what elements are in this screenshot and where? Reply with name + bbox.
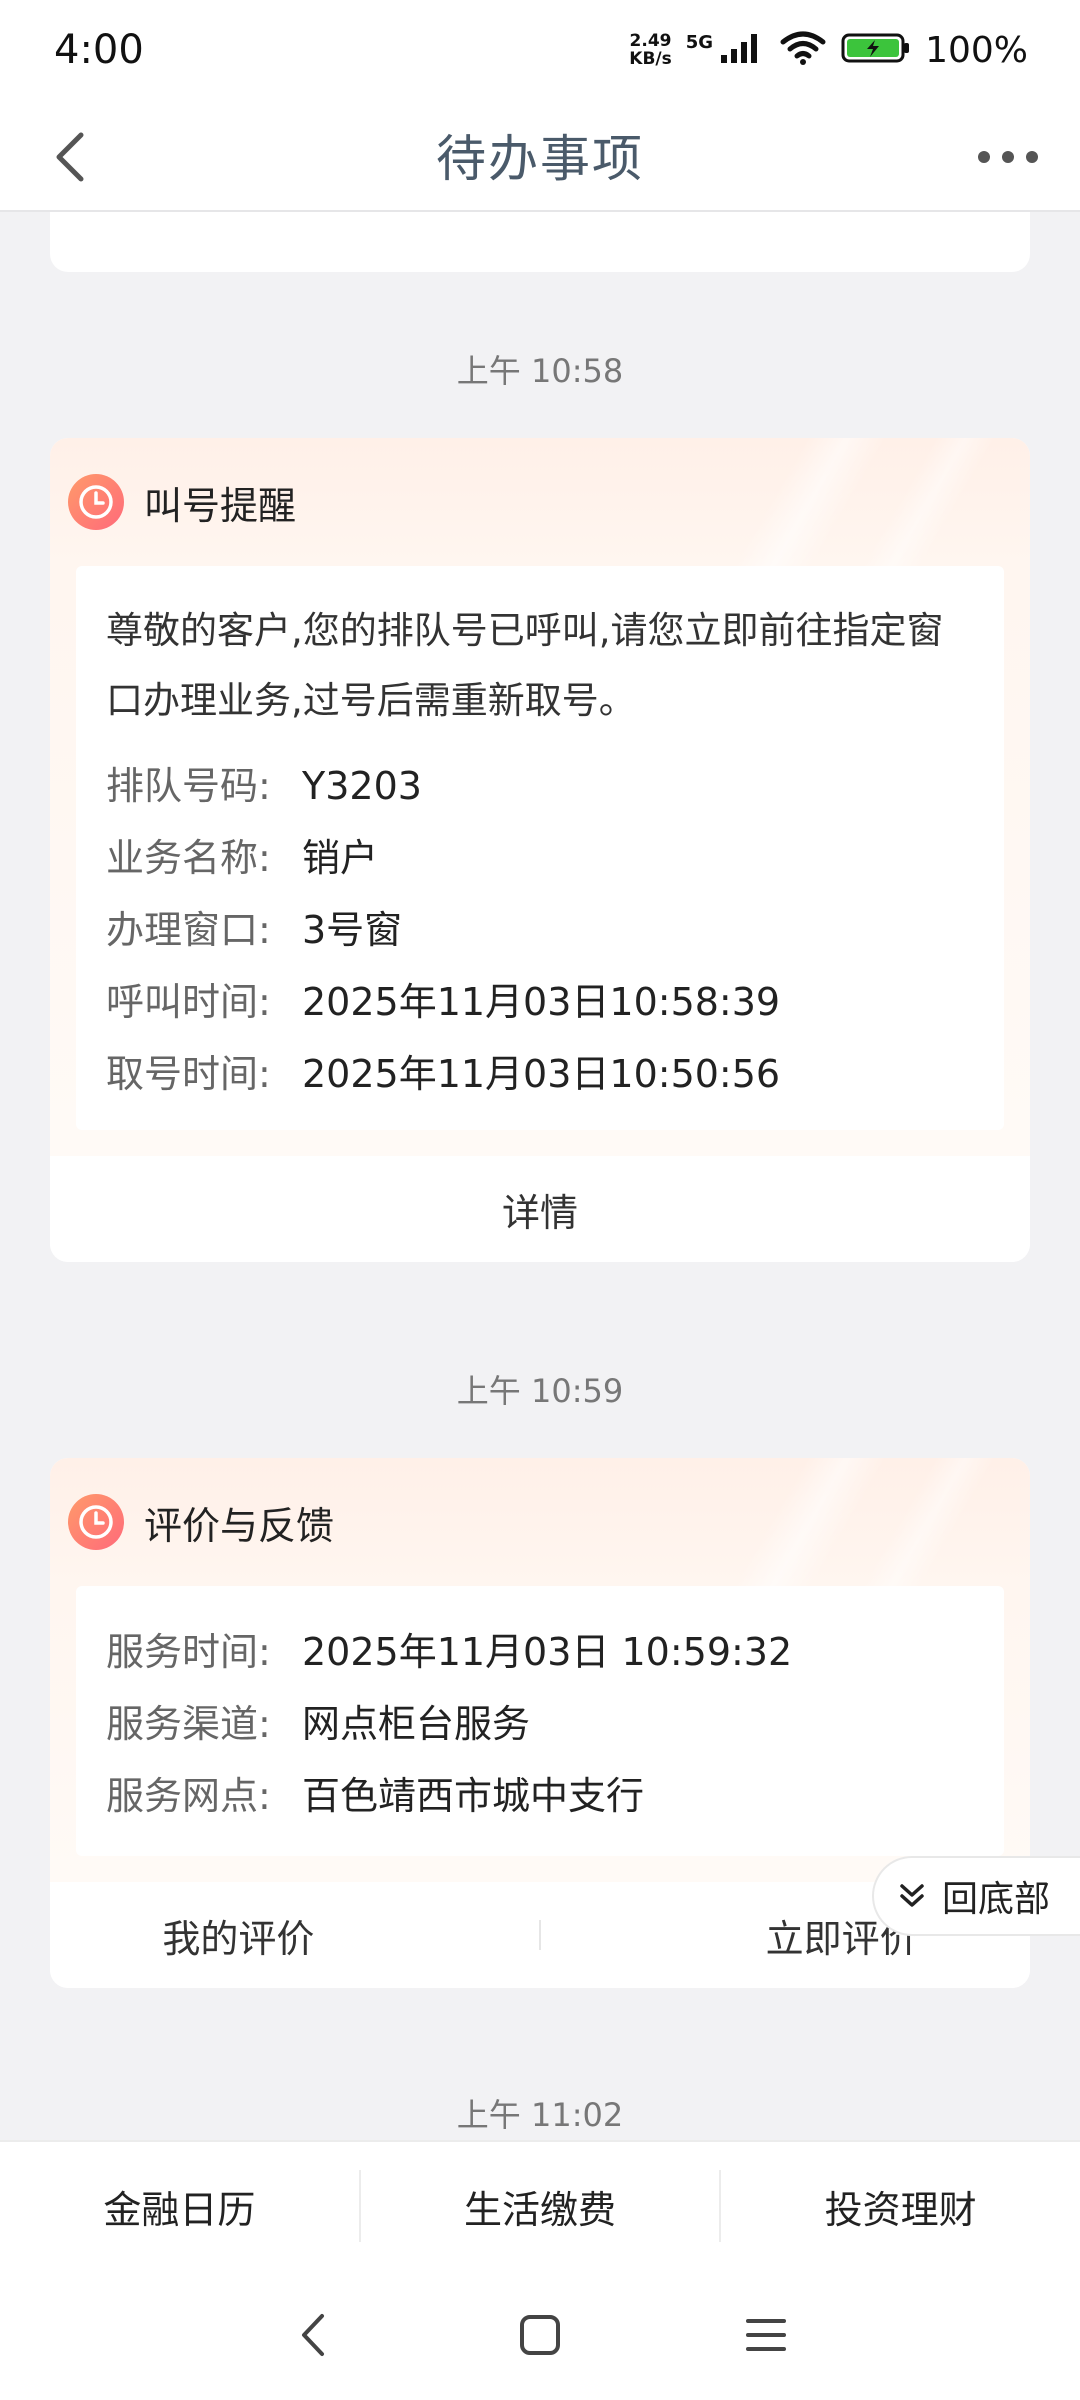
- field-label: 服务渠道:: [106, 1702, 271, 1746]
- field-row: 取号时间: 2025年11月03日10:50:56: [106, 1038, 974, 1110]
- feedback-card-title: 评价与反馈: [144, 1503, 335, 1548]
- page-title: 待办事项: [436, 130, 644, 188]
- back-triangle-icon: [302, 2314, 324, 2356]
- clock-icon: [68, 1494, 124, 1550]
- tab-financial-calendar[interactable]: 金融日历: [0, 2179, 359, 2234]
- field-label: 呼叫时间:: [106, 980, 271, 1024]
- back-button[interactable]: [36, 122, 106, 192]
- call-card-content: 尊敬的客户,您的排队号已呼叫,请您立即前往指定窗口办理业务,过号后需重新取号。 …: [50, 566, 1030, 1156]
- action-divider: [539, 1920, 541, 1950]
- top-card-detail-label: 详情: [502, 212, 578, 215]
- home-square-icon: [520, 2315, 560, 2355]
- timestamp: 上午 10:59: [456, 1372, 624, 1410]
- bottom-tab-bar: 金融日历 生活缴费 投资理财: [0, 2140, 1080, 2270]
- field-row: 呼叫时间: 2025年11月03日10:58:39: [106, 966, 974, 1038]
- call-card-body: 尊敬的客户,您的排队号已呼叫,请您立即前往指定窗口办理业务,过号后需重新取号。 …: [76, 566, 1004, 1130]
- status-time: 4:00: [54, 27, 144, 73]
- timestamp: 上午 10:58: [456, 352, 624, 390]
- field-value: 3号窗: [302, 908, 403, 952]
- system-back-button[interactable]: [279, 2300, 349, 2370]
- status-bar: 4:00 2.49 KB/s 5G 100%: [0, 0, 1080, 100]
- feedback-card-header: 评价与反馈: [50, 1458, 1030, 1586]
- nav-header: 待办事项: [0, 100, 1080, 212]
- call-reminder-card: 叫号提醒 尊敬的客户,您的排队号已呼叫,请您立即前往指定窗口办理业务,过号后需重…: [50, 438, 1030, 1262]
- field-row: 服务时间: 2025年11月03日 10:59:32: [106, 1616, 974, 1688]
- message-list[interactable]: 详情 上午 10:58 叫号提醒 尊敬的客户,您的排队号已呼叫,请您立即前往指定…: [0, 212, 1080, 2140]
- field-label: 服务时间:: [106, 1630, 271, 1674]
- top-card-detail-button[interactable]: 详情: [50, 212, 1030, 272]
- battery-icon: [841, 31, 911, 69]
- field-label: 办理窗口:: [106, 908, 271, 952]
- field-row: 服务网点: 百色靖西市城中支行: [106, 1760, 974, 1832]
- feedback-card-body: 服务时间: 2025年11月03日 10:59:32 服务渠道: 网点柜台服务 …: [76, 1586, 1004, 1856]
- back-to-bottom-label: 回底部: [942, 1879, 1051, 1920]
- field-label: 排队号码:: [106, 764, 271, 808]
- call-card-message: 尊敬的客户,您的排队号已呼叫,请您立即前往指定窗口办理业务,过号后需重新取号。: [106, 609, 944, 722]
- field-label: 业务名称:: [106, 836, 271, 880]
- field-value: 2025年11月03日 10:59:32: [302, 1630, 793, 1674]
- field-label: 服务网点:: [106, 1774, 271, 1818]
- my-review-button[interactable]: 我的评价: [162, 1908, 314, 1963]
- field-row: 服务渠道: 网点柜台服务: [106, 1688, 974, 1760]
- field-row: 排队号码: Y3203: [106, 750, 974, 822]
- net-speed-unit: KB/s: [629, 49, 672, 69]
- network-type: 5G: [685, 31, 714, 53]
- field-row: 办理窗口: 3号窗: [106, 894, 974, 966]
- signal-icon: [719, 31, 765, 69]
- tab-life-payment[interactable]: 生活缴费: [361, 2179, 720, 2234]
- system-nav-bar: [0, 2270, 1080, 2400]
- chevron-left-icon: [56, 132, 84, 182]
- menu-lines-icon: [746, 2319, 786, 2351]
- clock-icon: [68, 474, 124, 530]
- net-speed-value: 2.49: [629, 31, 672, 51]
- more-button[interactable]: [968, 122, 1048, 192]
- field-value: 百色靖西市城中支行: [302, 1774, 645, 1818]
- call-card-title: 叫号提醒: [144, 483, 297, 528]
- field-value: 网点柜台服务: [302, 1702, 531, 1746]
- call-card-header: 叫号提醒: [50, 438, 1030, 566]
- double-chevron-down-icon: [900, 1884, 924, 1907]
- tab-investment[interactable]: 投资理财: [721, 2179, 1080, 2234]
- field-label: 取号时间:: [106, 1052, 271, 1096]
- field-value: Y3203: [302, 764, 422, 808]
- field-row: 业务名称: 销户: [106, 822, 974, 894]
- field-value: 销户: [302, 836, 379, 880]
- battery-percent: 100%: [925, 29, 1028, 71]
- call-card-detail-button[interactable]: 详情: [50, 1156, 1030, 1262]
- system-home-button[interactable]: [505, 2300, 575, 2370]
- back-to-bottom-button[interactable]: 回底部: [872, 1856, 1080, 1936]
- more-dots-icon: [978, 151, 1038, 163]
- feedback-card-content: 服务时间: 2025年11月03日 10:59:32 服务渠道: 网点柜台服务 …: [50, 1586, 1030, 1882]
- field-value: 2025年11月03日10:50:56: [302, 1052, 781, 1096]
- wifi-icon: [779, 30, 827, 70]
- system-menu-button[interactable]: [731, 2300, 801, 2370]
- status-icons: 2.49 KB/s 5G 100%: [629, 30, 1028, 71]
- field-value: 2025年11月03日10:58:39: [302, 980, 781, 1024]
- timestamp: 上午 11:02: [456, 2096, 624, 2134]
- page: 4:00 2.49 KB/s 5G 100% 待办事项 上午 10:58 叫号提…: [0, 0, 1080, 2400]
- net-speed: 2.49 KB/s: [629, 32, 671, 68]
- call-card-detail-label: 详情: [501, 1190, 578, 1235]
- top-card: 详情: [50, 212, 1030, 272]
